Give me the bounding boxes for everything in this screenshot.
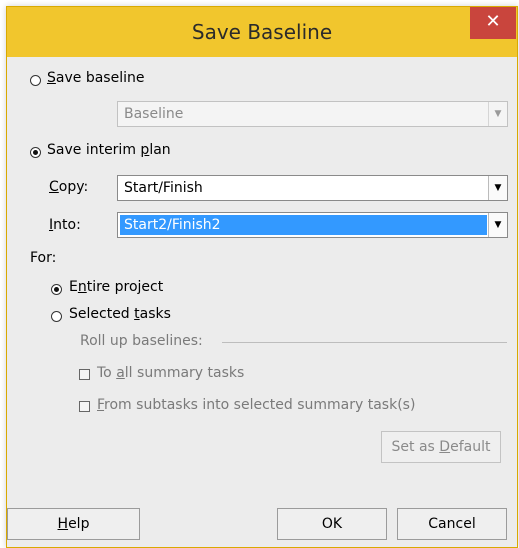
into-label: Into: [49,217,81,233]
close-icon: ✕ [485,11,501,32]
into-dropdown[interactable]: Start2/Finish2 ▼ [117,212,508,238]
set-as-default-button[interactable]: Set as Default [381,431,501,463]
entire-project-label[interactable]: Entire project [69,279,163,295]
save-baseline-dialog: Save Baseline ✕ Save baseline Baseline ▼… [6,6,518,548]
help-button[interactable]: Help [7,508,140,540]
for-label: For: [30,250,57,266]
baseline-dropdown[interactable]: Baseline ▼ [117,101,508,127]
baseline-dropdown-value: Baseline [124,106,184,122]
chevron-down-icon[interactable]: ▼ [488,176,507,200]
ok-button[interactable]: OK [277,508,387,540]
save-baseline-label[interactable]: Save baseline [47,70,144,86]
selected-tasks-label[interactable]: Selected tasks [69,306,171,322]
save-interim-plan-label[interactable]: Save interim plan [47,142,171,158]
chevron-down-icon[interactable]: ▼ [488,213,507,237]
selected-tasks-radio[interactable] [51,311,62,322]
entire-project-radio[interactable] [51,284,62,295]
copy-dropdown[interactable]: Start/Finish ▼ [117,175,508,201]
roll-up-baselines-label: Roll up baselines: [80,333,203,349]
save-interim-plan-radio[interactable] [30,147,41,158]
divider [222,342,507,343]
chevron-down-icon[interactable]: ▼ [488,102,507,126]
copy-dropdown-value: Start/Finish [124,180,203,196]
into-dropdown-value: Start2/Finish2 [124,217,221,233]
dialog-title: Save Baseline [191,20,333,44]
copy-label: Copy: [49,179,89,195]
save-baseline-radio[interactable] [30,75,41,86]
to-all-summary-tasks-label[interactable]: To all summary tasks [97,365,244,381]
to-all-summary-tasks-checkbox[interactable] [79,369,90,380]
cancel-button[interactable]: Cancel [397,508,507,540]
title-bar[interactable]: Save Baseline ✕ [7,7,517,57]
from-subtasks-checkbox[interactable] [79,401,90,412]
close-button[interactable]: ✕ [470,7,516,39]
from-subtasks-label[interactable]: From subtasks into selected summary task… [97,397,415,413]
